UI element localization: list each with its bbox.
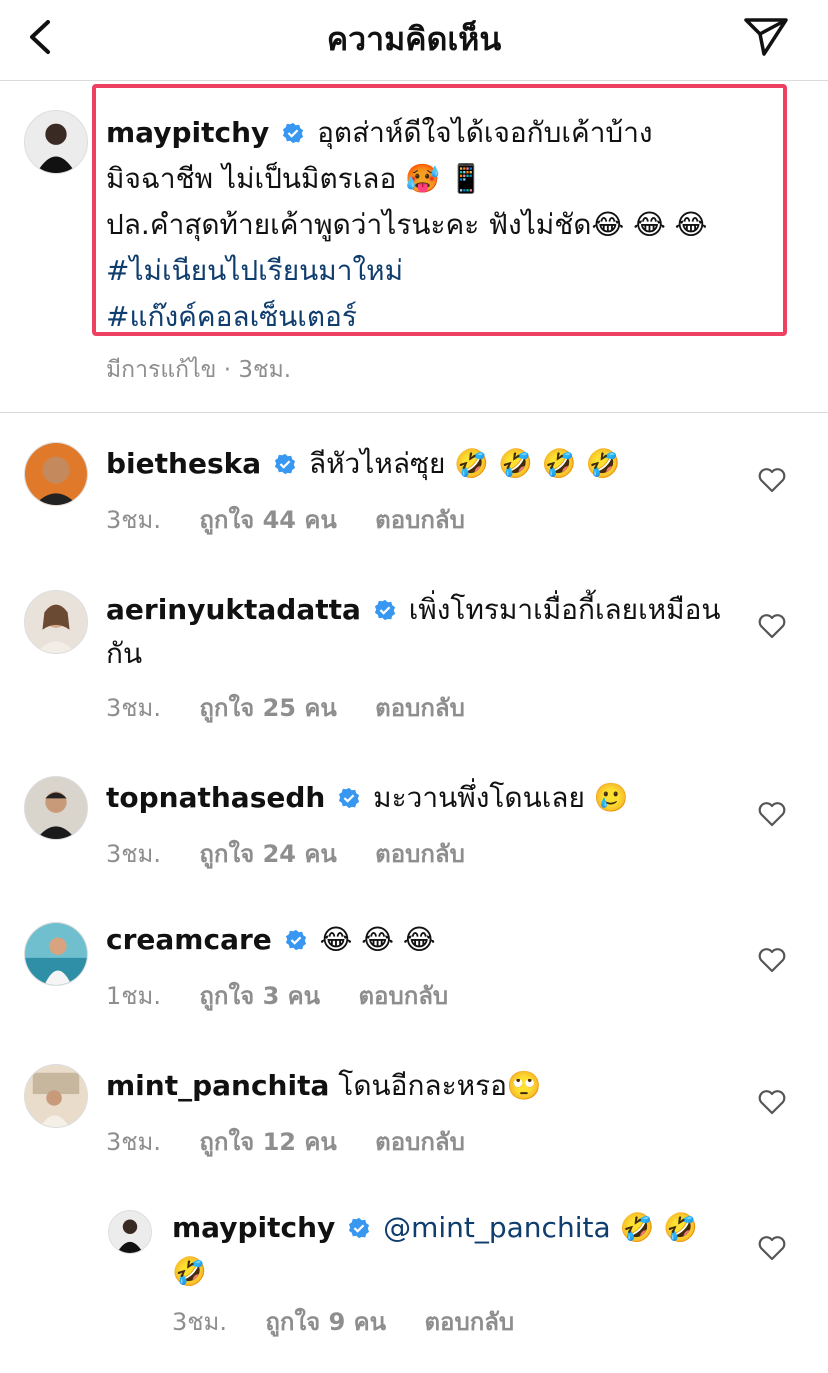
top-bar: ความคิดเห็น: [0, 0, 828, 81]
reply-button[interactable]: ตอบกลับ: [375, 1128, 465, 1156]
comment-body: ลีหัวไหล่ซุย 🤣 🤣 🤣 🤣: [308, 447, 621, 480]
comment-time: 3ชม.: [106, 694, 162, 722]
avatar[interactable]: [24, 1064, 88, 1128]
hashtag-1[interactable]: #ไม่เนียนไปเรียนมาใหม่: [106, 248, 776, 294]
heart-icon[interactable]: [758, 1089, 786, 1115]
comment-username[interactable]: bietheska: [106, 447, 261, 480]
reply-button[interactable]: ตอบกลับ: [358, 982, 448, 1010]
heart-icon[interactable]: [758, 467, 786, 493]
avatar[interactable]: [24, 922, 88, 986]
verified-badge-icon: [349, 1217, 370, 1239]
comment-username[interactable]: mint_panchita: [106, 1069, 329, 1102]
comment-username[interactable]: maypitchy: [172, 1211, 335, 1244]
comment-text: mint_panchita โดนอีกละหรอ🙄: [106, 1064, 746, 1108]
comment-time: 3ชม.: [106, 840, 162, 868]
reply-button[interactable]: ตอบกลับ: [375, 506, 465, 534]
heart-icon[interactable]: [758, 1235, 786, 1261]
caption-text: maypitchy อุตส่าห์ดีใจได้เจอกับเค้าบ้าง …: [106, 110, 776, 340]
mention-link[interactable]: @mint_panchita: [383, 1211, 611, 1244]
comment-username[interactable]: aerinyuktadatta: [106, 593, 361, 626]
comment-time: 1ชม.: [106, 982, 162, 1010]
heart-icon[interactable]: [758, 613, 786, 639]
comment-time: 3ชม.: [172, 1308, 228, 1336]
avatar[interactable]: [24, 776, 88, 840]
like-count[interactable]: ถูกใจ 44 คน: [199, 506, 336, 534]
reply-button[interactable]: ตอบกลับ: [375, 840, 465, 868]
caption-line-3: ปล.คำสุดท้ายเค้าพูดว่าไรนะคะ ฟังไม่ชัด😂 …: [106, 208, 708, 241]
comment-meta: 1ชม. ถูกใจ 3 คน ตอบกลับ: [106, 976, 478, 1015]
verified-badge-icon: [283, 122, 304, 144]
verified-badge-icon: [339, 787, 360, 809]
heart-icon[interactable]: [758, 947, 786, 973]
reply-avatar[interactable]: [108, 1210, 152, 1254]
comment-text: topnathasedh มะวานพึ่งโดนเลย 🥲: [106, 776, 746, 820]
comment-username[interactable]: creamcare: [106, 923, 272, 956]
avatar[interactable]: [24, 590, 88, 654]
like-count[interactable]: ถูกใจ 9 คน: [265, 1308, 386, 1336]
comment-username[interactable]: topnathasedh: [106, 781, 325, 814]
comment-meta: 3ชม. ถูกใจ 24 คน ตอบกลับ: [106, 834, 495, 873]
verified-badge-icon: [274, 453, 296, 475]
caption-avatar[interactable]: [24, 110, 88, 174]
comment-time: 3ชม.: [106, 506, 162, 534]
like-count[interactable]: ถูกใจ 25 คน: [199, 694, 336, 722]
comment-meta: 3ชม. ถูกใจ 25 คน ตอบกลับ: [106, 688, 495, 727]
caption-line-1: อุตส่าห์ดีใจได้เจอกับเค้าบ้าง: [317, 116, 653, 149]
reply-button[interactable]: ตอบกลับ: [424, 1308, 514, 1336]
comment-body: โดนอีกละหรอ🙄: [338, 1069, 542, 1102]
page-title: ความคิดเห็น: [326, 20, 502, 58]
like-count[interactable]: ถูกใจ 12 คน: [199, 1128, 336, 1156]
like-count[interactable]: ถูกใจ 24 คน: [199, 840, 336, 868]
like-count[interactable]: ถูกใจ 3 คน: [199, 982, 320, 1010]
comment-text: creamcare 😂 😂 😂: [106, 918, 746, 962]
comment-time: 3ชม.: [106, 1128, 162, 1156]
reply-text: maypitchy @mint_panchita 🤣 🤣 🤣: [172, 1206, 712, 1294]
comment-text: aerinyuktadatta เพิ่งโทรมาเมื่อกี้เลยเหม…: [106, 588, 746, 676]
hashtag-2[interactable]: #แก๊งค์คอลเซ็นเตอร์: [106, 294, 776, 340]
caption-meta: มีการแก้ไข · 3ชม.: [106, 357, 292, 383]
reply-button[interactable]: ตอบกลับ: [375, 694, 465, 722]
verified-badge-icon: [374, 599, 395, 621]
avatar[interactable]: [24, 442, 88, 506]
send-icon[interactable]: [740, 12, 792, 60]
caption-line-2: มิจฉาชีพ ไม่เป็นมิตรเลอ 🥵 📱: [106, 162, 484, 195]
comment-meta: 3ชม. ถูกใจ 9 คน ตอบกลับ: [172, 1302, 544, 1341]
divider: [0, 412, 828, 413]
caption-username[interactable]: maypitchy: [106, 116, 269, 149]
comment-body: 😂 😂 😂: [319, 923, 436, 956]
verified-badge-icon: [285, 929, 306, 951]
comment-meta: 3ชม. ถูกใจ 12 คน ตอบกลับ: [106, 1122, 495, 1161]
heart-icon[interactable]: [758, 801, 786, 827]
comment-text: bietheska ลีหัวไหล่ซุย 🤣 🤣 🤣 🤣: [106, 442, 746, 486]
comment-meta: 3ชม. ถูกใจ 44 คน ตอบกลับ: [106, 500, 495, 539]
comment-body: มะวานพึ่งโดนเลย 🥲: [373, 781, 629, 814]
